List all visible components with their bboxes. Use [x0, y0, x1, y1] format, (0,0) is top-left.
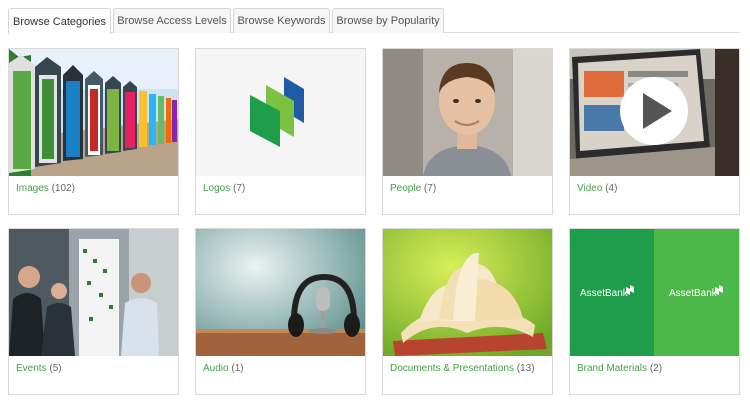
category-card-documents-presentations[interactable]: Documents & Presentations (13) — [382, 228, 553, 395]
images-label[interactable]: Images (102) — [16, 183, 75, 194]
category-count: (102) — [51, 183, 75, 194]
browse-tabs: Browse Categories Browse Access Levels B… — [8, 8, 740, 34]
events-label[interactable]: Events (5) — [16, 363, 62, 374]
category-count: (13) — [516, 363, 535, 374]
category-count: (1) — [231, 363, 244, 374]
video-thumbnail[interactable] — [570, 49, 739, 176]
brand-wordmark-right: AssetBank — [669, 288, 718, 299]
logos-thumbnail[interactable] — [196, 49, 365, 176]
tab-browse-categories[interactable]: Browse Categories — [8, 8, 111, 34]
category-name[interactable]: Brand Materials — [577, 363, 647, 374]
category-card-audio[interactable]: Audio (1) — [195, 228, 366, 395]
tab-browse-access-levels[interactable]: Browse Access Levels — [113, 8, 231, 33]
audio-thumbnail[interactable] — [196, 229, 365, 356]
category-card-events[interactable]: Events (5) — [8, 228, 179, 395]
people-thumbnail[interactable] — [383, 49, 552, 176]
category-card-logos[interactable]: Logos (7) — [195, 48, 366, 215]
brand-materials-thumbnail[interactable]: AssetBank AssetBank — [570, 229, 739, 356]
audio-label[interactable]: Audio (1) — [203, 363, 244, 374]
category-count: (5) — [49, 363, 62, 374]
documents-label[interactable]: Documents & Presentations (13) — [390, 363, 535, 374]
category-name[interactable]: Audio — [203, 363, 229, 374]
category-name[interactable]: Documents & Presentations — [390, 363, 514, 374]
category-count: (4) — [605, 183, 618, 194]
documents-thumbnail[interactable] — [383, 229, 552, 356]
tab-browse-keywords[interactable]: Browse Keywords — [233, 8, 330, 33]
brand-materials-label[interactable]: Brand Materials (2) — [577, 363, 662, 374]
category-name[interactable]: People — [390, 183, 421, 194]
category-card-images[interactable]: Images (102) — [8, 48, 179, 215]
people-label[interactable]: People (7) — [390, 183, 436, 194]
logos-label[interactable]: Logos (7) — [203, 183, 245, 194]
images-thumbnail[interactable] — [9, 49, 178, 176]
category-name[interactable]: Video — [577, 183, 602, 194]
category-name[interactable]: Events — [16, 363, 47, 374]
video-label[interactable]: Video (4) — [577, 183, 617, 194]
category-card-people[interactable]: People (7) — [382, 48, 553, 215]
category-card-brand-materials[interactable]: AssetBank AssetBank Brand Materials (2) — [569, 228, 740, 395]
category-card-video[interactable]: Video (4) — [569, 48, 740, 215]
category-count: (7) — [233, 183, 246, 194]
category-count: (2) — [649, 363, 663, 374]
events-thumbnail[interactable] — [9, 229, 178, 356]
category-name[interactable]: Images — [16, 183, 49, 194]
category-count: (7) — [423, 183, 437, 194]
tab-browse-by-popularity[interactable]: Browse by Popularity — [332, 8, 444, 33]
category-name[interactable]: Logos — [203, 183, 230, 194]
brand-wordmark-left: AssetBank — [580, 288, 629, 299]
